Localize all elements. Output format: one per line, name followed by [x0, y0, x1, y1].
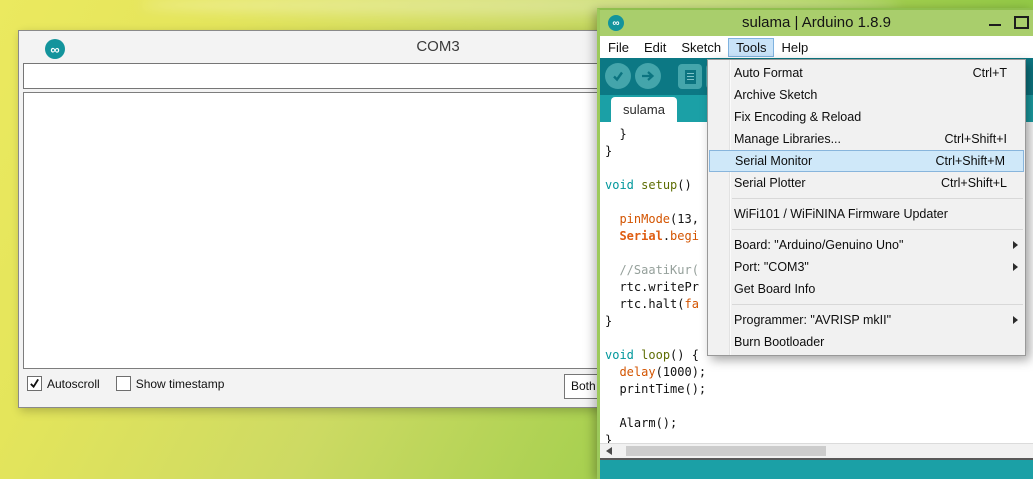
- ide-menubar: FileEditSketchToolsHelp: [600, 36, 1033, 58]
- menu-item-shortcut: Ctrl+Shift+I: [944, 132, 1015, 146]
- menu-item-label: Archive Sketch: [734, 88, 817, 102]
- menu-item-shortcut: Ctrl+T: [973, 66, 1015, 80]
- menu-separator: [732, 198, 1023, 199]
- menu-item-board-arduino-genuino-uno[interactable]: Board: "Arduino/Genuino Uno": [708, 234, 1025, 256]
- menu-item-archive-sketch[interactable]: Archive Sketch: [708, 84, 1025, 106]
- menu-edit[interactable]: Edit: [637, 39, 673, 56]
- scrollbar-thumb[interactable]: [626, 446, 826, 456]
- menu-file[interactable]: File: [601, 39, 636, 56]
- code-line: delay(1000);: [605, 364, 1033, 381]
- menu-tools[interactable]: Tools: [729, 39, 773, 56]
- tab-sulama[interactable]: sulama: [611, 97, 677, 122]
- tools-dropdown-menu: Auto Format Ctrl+T Archive Sketch Fix Encod…: [707, 59, 1026, 356]
- new-sketch-button[interactable]: [678, 64, 702, 89]
- menu-item-get-board-info[interactable]: Get Board Info: [708, 278, 1025, 300]
- desktop-wallpaper: ∞ COM3 Autoscroll Show timestamp Both ∞ …: [0, 0, 1033, 479]
- menu-sketch[interactable]: Sketch: [674, 39, 728, 56]
- menu-item-fix-encoding-reload[interactable]: Fix Encoding & Reload: [708, 106, 1025, 128]
- submenu-arrow-icon: [1013, 263, 1018, 271]
- maximize-button[interactable]: [1014, 16, 1029, 29]
- menu-item-programmer-avrisp-mkii[interactable]: Programmer: "AVRISP mkII": [708, 309, 1025, 331]
- menu-item-label: Port: "COM3": [734, 260, 809, 274]
- document-icon: [685, 70, 696, 84]
- serial-monitor-controls: Autoscroll Show timestamp: [27, 376, 240, 391]
- menu-item-manage-libraries[interactable]: Manage Libraries... Ctrl+Shift+I: [708, 128, 1025, 150]
- autoscroll-label: Autoscroll: [47, 377, 100, 391]
- menu-item-label: Board: "Arduino/Genuino Uno": [734, 238, 903, 252]
- show-timestamp-checkbox[interactable]: [116, 376, 131, 391]
- autoscroll-checkbox[interactable]: [27, 376, 42, 391]
- menu-help[interactable]: Help: [774, 39, 815, 56]
- menu-item-label: Serial Plotter: [734, 176, 806, 190]
- menu-item-label: WiFi101 / WiFiNINA Firmware Updater: [734, 207, 948, 221]
- code-line: printTime();: [605, 381, 1033, 398]
- menu-item-wifi101-wifinina-firmware-updater[interactable]: WiFi101 / WiFiNINA Firmware Updater: [708, 203, 1025, 225]
- menu-item-label: Serial Monitor: [735, 154, 812, 168]
- minimize-button[interactable]: [989, 24, 1001, 26]
- check-icon: [610, 68, 626, 84]
- ide-titlebar[interactable]: ∞ sulama | Arduino 1.8.9: [600, 10, 1033, 36]
- right-arrow-icon: [640, 68, 656, 84]
- show-timestamp-label: Show timestamp: [136, 377, 225, 391]
- checkmark-icon: [29, 378, 40, 389]
- menu-item-serial-plotter[interactable]: Serial Plotter Ctrl+Shift+L: [708, 172, 1025, 194]
- menu-item-label: Auto Format: [734, 66, 803, 80]
- menu-item-label: Programmer: "AVRISP mkII": [734, 313, 891, 327]
- menu-item-label: Fix Encoding & Reload: [734, 110, 861, 124]
- scroll-left-arrow-icon[interactable]: [606, 447, 612, 455]
- menu-item-serial-monitor[interactable]: Serial Monitor Ctrl+Shift+M: [709, 150, 1024, 172]
- code-line: Alarm();: [605, 415, 1033, 432]
- menu-item-shortcut: Ctrl+Shift+M: [936, 154, 1013, 168]
- verify-button[interactable]: [605, 63, 631, 89]
- menu-item-label: Manage Libraries...: [734, 132, 841, 146]
- horizontal-scrollbar[interactable]: [600, 443, 1033, 458]
- menu-item-label: Burn Bootloader: [734, 335, 824, 349]
- submenu-arrow-icon: [1013, 316, 1018, 324]
- menu-item-port-com3[interactable]: Port: "COM3": [708, 256, 1025, 278]
- menu-item-label: Get Board Info: [734, 282, 815, 296]
- ide-title: sulama | Arduino 1.8.9: [600, 14, 1033, 31]
- menu-separator: [732, 229, 1023, 230]
- menu-separator: [732, 304, 1023, 305]
- menu-item-burn-bootloader[interactable]: Burn Bootloader: [708, 331, 1025, 353]
- menu-item-shortcut: Ctrl+Shift+L: [941, 176, 1015, 190]
- ide-statusbar: [600, 458, 1033, 479]
- menu-item-auto-format[interactable]: Auto Format Ctrl+T: [708, 62, 1025, 84]
- upload-button[interactable]: [635, 63, 661, 89]
- code-line: }: [605, 432, 1033, 443]
- submenu-arrow-icon: [1013, 241, 1018, 249]
- code-line: [605, 398, 1033, 415]
